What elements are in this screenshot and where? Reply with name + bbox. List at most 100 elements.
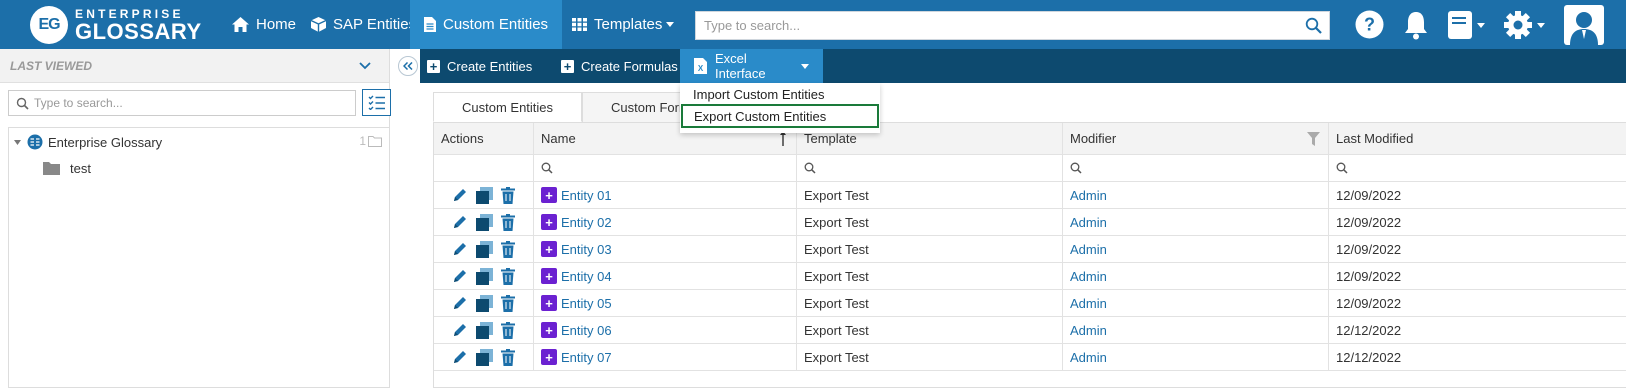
- trash-icon[interactable]: [501, 348, 515, 366]
- copy-icon[interactable]: [476, 267, 493, 285]
- cell-last-modified: 12/09/2022: [1336, 241, 1402, 257]
- edit-pencil-icon[interactable]: [452, 322, 468, 338]
- global-search-input[interactable]: [696, 12, 1286, 39]
- svg-text:X: X: [698, 64, 704, 73]
- help-icon[interactable]: ?: [1355, 10, 1384, 39]
- create-entities-button[interactable]: + Create Entities: [427, 49, 532, 83]
- copy-icon[interactable]: [476, 321, 493, 339]
- edit-pencil-icon[interactable]: [452, 214, 468, 230]
- gear-icon[interactable]: [1503, 10, 1545, 40]
- bell-icon[interactable]: [1403, 10, 1429, 40]
- column-header-modifier[interactable]: Modifier: [1063, 123, 1329, 154]
- entity-add-icon[interactable]: +: [541, 241, 557, 257]
- entity-add-icon[interactable]: +: [541, 214, 557, 230]
- menu-item-export-custom-entities[interactable]: Export Custom Entities: [681, 104, 879, 128]
- filter-cell-template[interactable]: [797, 155, 1063, 181]
- excel-icon: X: [694, 58, 707, 74]
- table-row[interactable]: + Entity 04 Export Test Admin 12/09/2022: [434, 263, 1626, 290]
- entity-add-icon[interactable]: +: [541, 268, 557, 284]
- excel-interface-button[interactable]: X Excel Interface: [680, 49, 823, 83]
- column-header-last-modified[interactable]: Last Modified: [1329, 123, 1626, 154]
- tree-filter-button[interactable]: [362, 89, 391, 116]
- sort-ascending-icon[interactable]: [780, 131, 786, 146]
- grid-header-row: Actions Name Template Modifier Last Modi…: [434, 123, 1626, 155]
- filter-cell-name[interactable]: [534, 155, 797, 181]
- excel-interface-label: Excel Interface: [715, 51, 766, 81]
- copy-icon[interactable]: [476, 186, 493, 204]
- filter-cell-actions: [434, 155, 534, 181]
- entity-link[interactable]: Entity 05: [561, 296, 612, 311]
- book-icon[interactable]: [1447, 11, 1485, 39]
- modifier-link[interactable]: Admin: [1070, 188, 1107, 203]
- trash-icon[interactable]: [501, 213, 515, 231]
- copy-icon[interactable]: [476, 348, 493, 366]
- tree-node-label: Enterprise Glossary: [48, 134, 163, 150]
- entity-add-icon[interactable]: +: [541, 295, 557, 311]
- edit-pencil-icon[interactable]: [452, 349, 468, 365]
- nav-sap-entities[interactable]: SAP Entities: [301, 0, 426, 49]
- modifier-link[interactable]: Admin: [1070, 269, 1107, 284]
- trash-icon[interactable]: [501, 294, 515, 312]
- caret-down-icon[interactable]: [14, 139, 21, 145]
- filter-icon[interactable]: [1307, 132, 1320, 146]
- modifier-link[interactable]: Admin: [1070, 350, 1107, 365]
- user-avatar-icon[interactable]: [1564, 5, 1604, 45]
- nav-templates[interactable]: Templates: [562, 0, 684, 49]
- edit-pencil-icon[interactable]: [452, 187, 468, 203]
- nav-home[interactable]: Home: [222, 0, 306, 49]
- chevron-down-icon[interactable]: [359, 61, 371, 70]
- cell-last-modified: 12/09/2022: [1336, 268, 1402, 284]
- edit-pencil-icon[interactable]: [452, 295, 468, 311]
- modifier-link[interactable]: Admin: [1070, 323, 1107, 338]
- trash-icon[interactable]: [501, 321, 515, 339]
- app-logo[interactable]: EG ENTERPRISE GLOSSARY: [30, 6, 202, 44]
- entity-add-icon[interactable]: +: [541, 349, 557, 365]
- copy-icon[interactable]: [476, 240, 493, 258]
- copy-icon[interactable]: [476, 294, 493, 312]
- copy-icon[interactable]: [476, 213, 493, 231]
- entity-add-icon[interactable]: +: [541, 187, 557, 203]
- entity-link[interactable]: Entity 04: [561, 269, 612, 284]
- search-icon[interactable]: [1305, 17, 1322, 37]
- table-row[interactable]: + Entity 07 Export Test Admin 12/12/2022: [434, 344, 1626, 371]
- logo-text-top: ENTERPRISE: [75, 6, 184, 21]
- filter-cell-last-modified[interactable]: [1329, 155, 1626, 181]
- tree-node-enterprise-glossary[interactable]: Enterprise Glossary: [14, 134, 162, 150]
- entity-link[interactable]: Entity 06: [561, 323, 612, 338]
- entity-add-icon[interactable]: +: [541, 322, 557, 338]
- last-viewed-header[interactable]: LAST VIEWED: [0, 49, 389, 83]
- entities-grid: Actions Name Template Modifier Last Modi…: [433, 122, 1626, 388]
- modifier-link[interactable]: Admin: [1070, 296, 1107, 311]
- tab-custom-entities[interactable]: Custom Entities: [433, 92, 583, 122]
- tree-search-input[interactable]: [9, 91, 329, 115]
- trash-icon[interactable]: [501, 267, 515, 285]
- create-formulas-button[interactable]: + Create Formulas: [561, 49, 678, 83]
- glossary-icon: [27, 134, 43, 150]
- table-row[interactable]: + Entity 03 Export Test Admin 12/09/2022: [434, 236, 1626, 263]
- table-row[interactable]: + Entity 02 Export Test Admin 12/09/2022: [434, 209, 1626, 236]
- trash-icon[interactable]: [501, 240, 515, 258]
- table-row[interactable]: + Entity 05 Export Test Admin 12/09/2022: [434, 290, 1626, 317]
- entity-link[interactable]: Entity 01: [561, 188, 612, 203]
- cell-modifier: Admin: [1063, 263, 1329, 289]
- table-row[interactable]: + Entity 06 Export Test Admin 12/12/2022: [434, 317, 1626, 344]
- entity-link[interactable]: Entity 03: [561, 242, 612, 257]
- menu-item-import-custom-entities[interactable]: Import Custom Entities: [680, 83, 880, 105]
- cell-template: Export Test: [797, 182, 1063, 208]
- table-row[interactable]: + Entity 01 Export Test Admin 12/09/2022: [434, 182, 1626, 209]
- row-actions: [434, 236, 534, 262]
- modifier-link[interactable]: Admin: [1070, 215, 1107, 230]
- filter-cell-modifier[interactable]: [1063, 155, 1329, 181]
- collapse-panel-button[interactable]: [398, 56, 418, 76]
- tree-node-count: 1: [359, 134, 382, 148]
- cell-modifier: Admin: [1063, 344, 1329, 370]
- edit-pencil-icon[interactable]: [452, 268, 468, 284]
- entity-link[interactable]: Entity 02: [561, 215, 612, 230]
- modifier-link[interactable]: Admin: [1070, 242, 1107, 257]
- entity-link[interactable]: Entity 07: [561, 350, 612, 365]
- trash-icon[interactable]: [501, 186, 515, 204]
- tree-node-test[interactable]: test: [43, 161, 91, 176]
- chevron-down-icon: [1477, 22, 1485, 28]
- edit-pencil-icon[interactable]: [452, 241, 468, 257]
- nav-custom-entities[interactable]: Custom Entities: [410, 0, 562, 49]
